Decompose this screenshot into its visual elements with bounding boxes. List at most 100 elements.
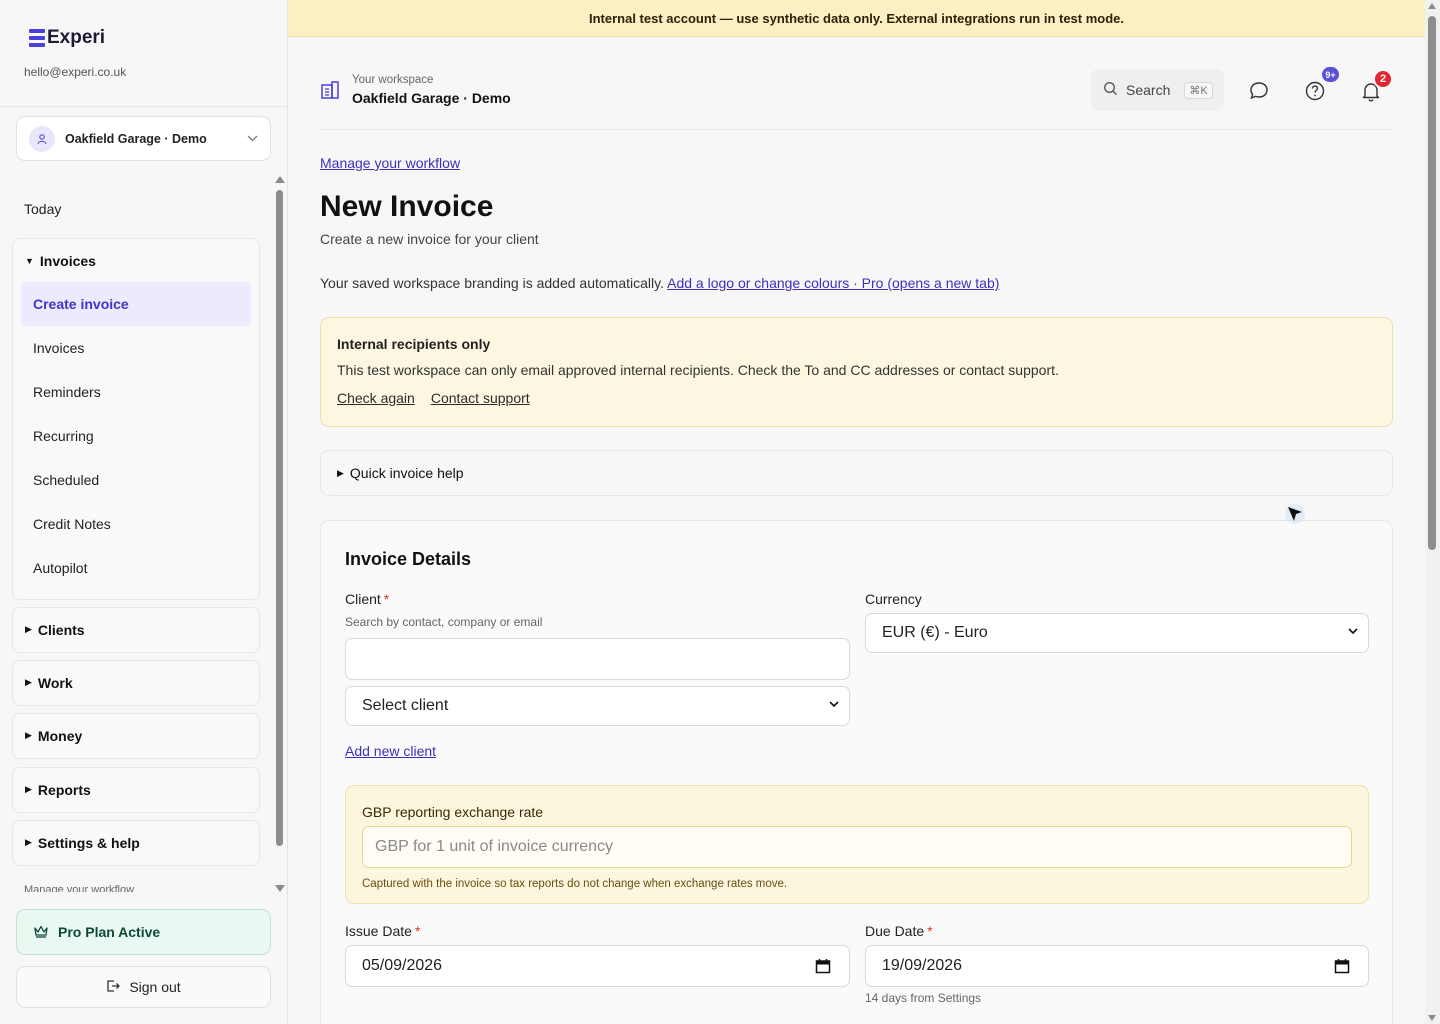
page-scrollbar[interactable] (1425, 0, 1440, 1024)
branding-note-text: Your saved workspace branding is added a… (320, 275, 664, 291)
help-icon (1305, 81, 1325, 101)
due-date-label: Due Date * (865, 923, 933, 939)
nav-group-label: Clients (37, 621, 85, 638)
triangle-right-icon: ▶ (25, 624, 32, 634)
logout-icon (106, 979, 121, 996)
currency-label: Currency (865, 591, 922, 607)
client-search-input[interactable] (345, 638, 850, 680)
triangle-right-icon: ▶ (25, 730, 32, 740)
branding-note: Your saved workspace branding is added a… (320, 275, 999, 291)
issue-date-label: Issue Date * (345, 923, 421, 939)
help-badge: 9+ (1322, 67, 1339, 82)
client-label: Client * (345, 591, 390, 607)
exchange-rate-input[interactable]: GBP for 1 unit of invoice currency (362, 826, 1352, 868)
nav-group-label: Work (37, 674, 73, 691)
required-mark: * (383, 591, 390, 607)
sidebar-item-reminders[interactable]: Reminders (13, 370, 259, 414)
topbar: Your workspace Oakfield Garage · Demo Se… (320, 60, 1393, 130)
sidebar-item-today[interactable]: Today (24, 201, 61, 217)
required-mark: * (927, 923, 933, 939)
sidebar-item-autopilot[interactable]: Autopilot (13, 546, 259, 590)
pro-plan-label: Pro Plan Active (58, 924, 161, 940)
sign-out-label: Sign out (129, 979, 181, 995)
brand-logo[interactable]: Experi (29, 27, 105, 49)
workspace-selector[interactable]: Oakfield Garage · Demo (16, 116, 271, 161)
brand-mark-icon (29, 29, 45, 47)
add-new-client-link[interactable]: Add new client (345, 743, 436, 759)
sidebar-nav: Today ▼ Invoices Create invoice Invoices… (0, 176, 287, 892)
invoice-details-title: Invoice Details (345, 549, 472, 569)
currency-select-value: EUR (€) - Euro (882, 624, 988, 641)
scroll-up-icon[interactable] (1428, 3, 1436, 9)
sidebar-item-recurring[interactable]: Recurring (13, 414, 259, 458)
search-icon (1103, 81, 1118, 99)
nav-group-invoices-toggle[interactable]: ▼ Invoices (13, 239, 259, 282)
alert-title: Internal recipients only (337, 336, 491, 352)
nav-group-settings-help[interactable]: ▶ Settings & help (12, 820, 260, 866)
sign-out-button[interactable]: Sign out (16, 966, 271, 1008)
triangle-right-icon: ▶ (337, 467, 344, 478)
help-button[interactable] (1303, 79, 1327, 103)
sidebar-scroll-thumb[interactable] (276, 190, 283, 846)
contact-support-link[interactable]: Contact support (431, 390, 530, 406)
sidebar-item-invoices[interactable]: Invoices (13, 326, 259, 370)
sidebar-item-scheduled[interactable]: Scheduled (13, 458, 259, 502)
nav-group-label: Reports (37, 781, 91, 798)
issue-date-value: 05/09/2026 (362, 957, 443, 974)
alert-text: This test workspace can only email appro… (337, 362, 1059, 378)
due-date-value: 19/09/2026 (882, 957, 963, 974)
chat-icon (1250, 82, 1268, 100)
exchange-rate-hint: Captured with the invoice so tax reports… (362, 878, 788, 890)
triangle-right-icon: ▶ (25, 784, 32, 794)
sidebar-item-manage-workflow[interactable]: Manage your workflow (24, 884, 134, 892)
sidebar-divider (0, 106, 287, 107)
triangle-right-icon: ▶ (25, 837, 32, 847)
check-again-link[interactable]: Check again (337, 390, 415, 406)
sidebar-scrollbar[interactable] (274, 176, 285, 892)
sidebar: Experi hello@experi.co.uk Oakfield Garag… (0, 0, 288, 1024)
nav-group-invoices: ▼ Invoices Create invoice Invoices Remin… (12, 238, 260, 600)
chevron-down-icon (1348, 628, 1358, 635)
required-mark: * (414, 923, 421, 939)
scroll-down-icon[interactable] (1428, 1015, 1436, 1021)
test-account-banner: Internal test account — use synthetic da… (288, 0, 1425, 37)
search-button[interactable]: Search ⌘K (1091, 69, 1224, 111)
internal-recipients-alert: Internal recipients only This test works… (320, 317, 1393, 427)
brand-name: Experi (47, 27, 106, 48)
triangle-down-icon: ▼ (25, 255, 34, 266)
pro-plan-badge[interactable]: Pro Plan Active (16, 909, 271, 955)
workspace-caption: Your workspace (352, 74, 434, 86)
chevron-down-icon (247, 133, 258, 145)
issue-date-input[interactable]: 05/09/2026 (345, 945, 850, 987)
scroll-down-icon[interactable] (275, 885, 285, 892)
calendar-icon[interactable] (1334, 958, 1350, 974)
scroll-up-icon[interactable] (275, 176, 285, 183)
branding-link[interactable]: Add a logo or change colours · Pro (open… (667, 275, 999, 291)
chat-button[interactable] (1247, 79, 1271, 103)
client-hint: Search by contact, company or email (345, 615, 543, 629)
client-select[interactable]: Select client (345, 686, 850, 726)
calendar-icon[interactable] (815, 958, 831, 974)
currency-select[interactable]: EUR (€) - Euro (865, 613, 1369, 653)
workspace-selector-label: Oakfield Garage · Demo (65, 131, 207, 146)
nav-group-work[interactable]: ▶ Work (12, 660, 260, 706)
page-scroll-thumb[interactable] (1428, 16, 1436, 550)
search-label: Search (1126, 82, 1171, 98)
nav-group-reports[interactable]: ▶ Reports (12, 767, 260, 813)
due-date-input[interactable]: 19/09/2026 (865, 945, 1369, 987)
building-icon (320, 80, 340, 103)
nav-group-money[interactable]: ▶ Money (12, 713, 260, 759)
nav-group-label: Invoices (39, 252, 96, 269)
sidebar-item-create-invoice[interactable]: Create invoice (21, 282, 251, 326)
client-select-value: Select client (362, 697, 449, 714)
nav-group-label: Settings & help (37, 834, 140, 851)
crown-icon (33, 924, 49, 941)
manage-workflow-link[interactable]: Manage your workflow (320, 155, 460, 171)
sidebar-item-credit-notes[interactable]: Credit Notes (13, 502, 259, 546)
exchange-rate-box: GBP reporting exchange rate GBP for 1 un… (345, 785, 1369, 904)
notification-badge: 2 (1373, 69, 1393, 89)
quick-invoice-help-toggle[interactable]: ▶ Quick invoice help (320, 450, 1393, 496)
nav-group-clients[interactable]: ▶ Clients (12, 607, 260, 653)
user-icon (29, 125, 55, 152)
quick-help-label: Quick invoice help (349, 465, 464, 481)
